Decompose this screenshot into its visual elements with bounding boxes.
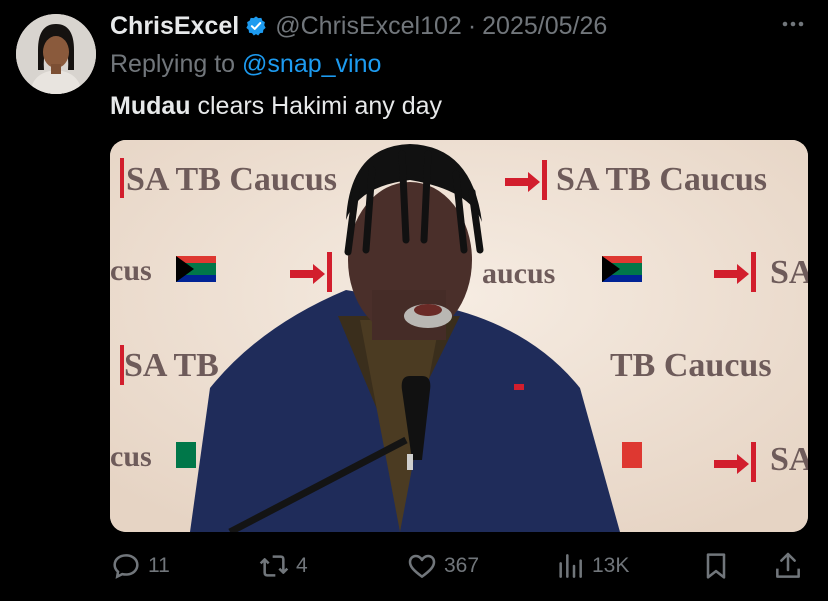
views-icon [559,554,582,578]
backdrop-text: SA TB [124,347,219,384]
backdrop-text: cus [110,440,152,473]
flag-icon [176,256,216,282]
backdrop-text: aucus [482,257,555,290]
retweet-button[interactable]: 4 [258,550,308,582]
backdrop-text: SA TB Caucus [556,161,767,198]
author-name[interactable]: ChrisExcel [110,12,239,41]
tweet-header: ChrisExcel @ChrisExcel102 · 2025/05/26 [110,10,808,42]
bookmark-button[interactable] [700,550,732,582]
share-button[interactable] [772,550,804,582]
like-icon [408,554,436,578]
tweet-text-rest: clears Hakimi any day [190,92,443,120]
media-photo: SA TB Caucus SA TB Caucus aucus cus SA T… [110,140,808,532]
verified-badge-icon [246,16,266,36]
views-count: 13K [592,554,630,577]
tweet-text-bold: Mudau [110,92,191,120]
separator-dot: · [467,11,477,40]
reply-button[interactable]: 11 [110,550,170,582]
retweet-count: 4 [296,554,308,577]
reply-count: 11 [148,554,170,577]
tweet-media-image[interactable]: SA TB Caucus SA TB Caucus aucus cus SA T… [110,140,808,532]
tweet-actions: 11 4 367 13K [110,540,808,590]
retweet-icon [259,555,289,577]
views-button[interactable]: 13K [554,550,629,582]
reply-icon [113,554,139,579]
share-icon [776,552,800,578]
backdrop-text: SA [770,254,808,291]
replying-to: Replying to @snap_vino [110,50,381,79]
like-count: 367 [444,554,480,577]
replying-prefix: Replying to [110,50,243,78]
avatar[interactable] [16,14,96,94]
backdrop-text: SA TB Caucus [126,161,337,198]
tweet-date[interactable]: 2025/05/26 [482,12,607,41]
author-handle[interactable]: @ChrisExcel102 [275,12,462,41]
like-button[interactable]: 367 [406,550,479,582]
more-options-icon[interactable] [778,14,808,34]
backdrop-text: TB Caucus [610,347,772,384]
backdrop-text: SA [770,441,808,478]
tweet-text: Mudau clears Hakimi any day [110,92,442,121]
avatar-image [16,14,96,94]
reply-mention-link[interactable]: @snap_vino [242,50,381,78]
backdrop-text: cus [110,254,152,287]
bookmark-icon [706,553,726,579]
